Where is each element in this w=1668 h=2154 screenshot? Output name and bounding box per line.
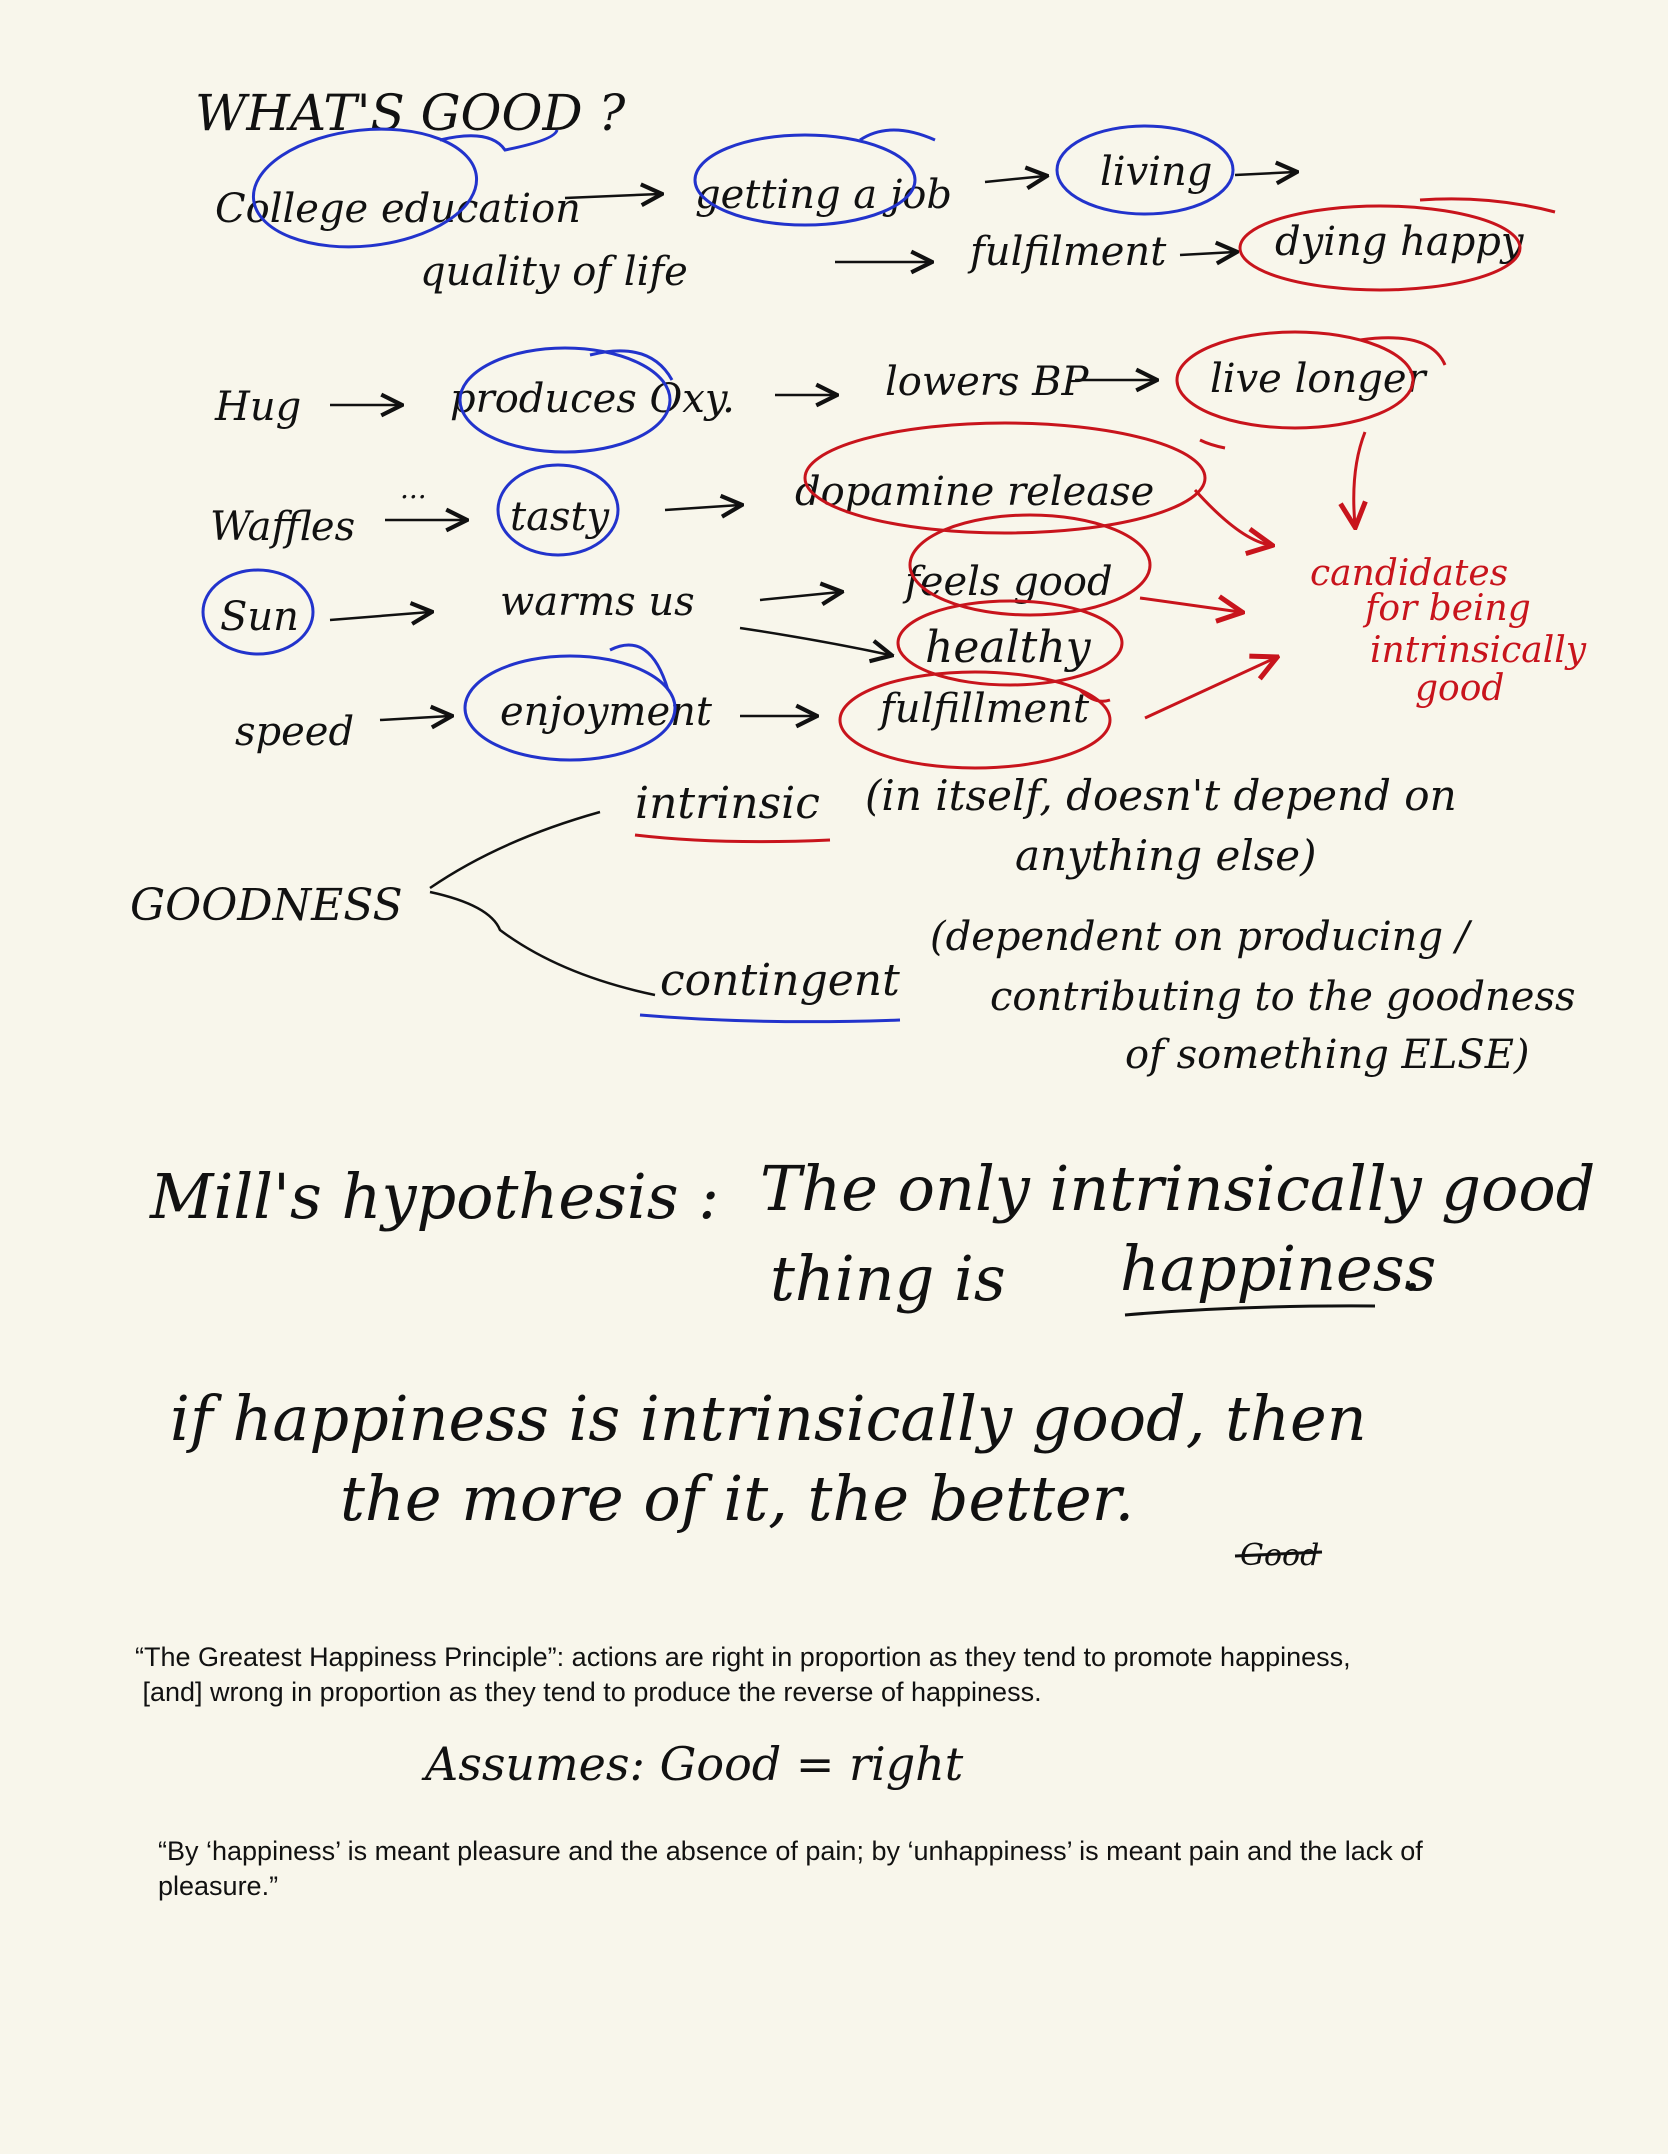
red-arrow bbox=[1144, 658, 1275, 720]
waffles-label: Waffles bbox=[210, 504, 355, 550]
happiness-definition-quote-line-2: pleasure.” bbox=[158, 1871, 279, 1901]
if-happiness-line-1: if happiness is intrinsically good, then bbox=[170, 1382, 1367, 1455]
chain1-fulfilment: fulfilment bbox=[967, 229, 1167, 275]
notes-title: WHAT'S GOOD ? bbox=[195, 84, 627, 142]
arrow bbox=[1234, 172, 1295, 175]
sun-label: Sun bbox=[220, 594, 299, 640]
chain1-dying-happy: dying happy bbox=[1275, 219, 1525, 265]
speed-label: speed bbox=[235, 709, 354, 755]
intrinsic-term: intrinsic bbox=[635, 778, 820, 829]
contingent-definition: contributing to the goodness bbox=[990, 974, 1576, 1020]
blue-stroke bbox=[859, 128, 936, 142]
assumes-line: Assumes: Good = right bbox=[421, 1737, 964, 1791]
mill-line-2-prefix: thing is bbox=[770, 1242, 1006, 1315]
notes-page: WHAT'S GOOD ? College education getting … bbox=[0, 0, 1668, 2154]
contingent-term: contingent bbox=[660, 955, 900, 1006]
underline bbox=[1124, 1304, 1376, 1317]
handwritten-notes-canvas: WHAT'S GOOD ? College education getting … bbox=[130, 84, 1595, 1791]
sun-healthy: healthy bbox=[925, 622, 1092, 673]
waffles-dopamine-release: dopamine release bbox=[795, 469, 1154, 515]
mill-label: Mill's hypothesis : bbox=[149, 1160, 719, 1233]
happiness-definition-quote-line-1: “By ‘happiness’ is meant pleasure and th… bbox=[158, 1836, 1423, 1866]
hug-lowers-bp: lowers BP bbox=[885, 359, 1090, 405]
blue-underline bbox=[639, 1013, 901, 1024]
mill-line-1: The only intrinsically good bbox=[760, 1152, 1595, 1225]
hug-produces-oxy: produces Oxy. bbox=[450, 376, 735, 422]
red-arrow bbox=[1193, 488, 1270, 545]
red-stroke bbox=[1199, 438, 1226, 450]
arrow bbox=[759, 592, 840, 600]
red-arrow bbox=[1354, 431, 1365, 525]
arrow bbox=[379, 716, 450, 720]
arrow bbox=[1179, 252, 1235, 255]
red-arrow bbox=[1139, 598, 1240, 612]
chain1-living: living bbox=[1100, 149, 1212, 195]
branch-line bbox=[429, 890, 656, 997]
goodness-label: GOODNESS bbox=[130, 880, 403, 931]
candidates-note: candidates for being intrinsically good bbox=[1310, 553, 1587, 709]
chain1-quality-of-life: quality of life bbox=[420, 249, 688, 295]
hug-live-longer: live longer bbox=[1210, 356, 1428, 402]
contingent-definition: (dependent on producing / bbox=[930, 914, 1473, 960]
candidates-line: intrinsically bbox=[1370, 630, 1587, 671]
arrow bbox=[664, 505, 740, 510]
candidates-line: for being bbox=[1362, 588, 1531, 629]
arrow bbox=[329, 612, 430, 620]
arrow bbox=[984, 176, 1045, 182]
chain1-getting-a-job: getting a job bbox=[695, 172, 952, 218]
sun-feels-good: feels good bbox=[902, 559, 1113, 605]
branch-line bbox=[429, 810, 601, 890]
hug-label: Hug bbox=[214, 384, 301, 430]
greatest-happiness-quote-line-1: “The Greatest Happiness Principle”: acti… bbox=[135, 1642, 1351, 1672]
waffles-tasty: tasty bbox=[510, 494, 611, 540]
if-happiness-line-2: the more of it, the better. bbox=[340, 1462, 1134, 1535]
arrow bbox=[739, 626, 890, 655]
mill-line-2-period: . bbox=[1402, 1232, 1422, 1305]
ellipsis-dots: ... bbox=[400, 472, 427, 505]
intrinsic-definition: anything else) bbox=[1015, 831, 1317, 880]
speed-fulfillment: fulfillment bbox=[877, 686, 1090, 732]
intrinsic-definition: (in itself, doesn't depend on bbox=[865, 771, 1457, 820]
speed-enjoyment: enjoyment bbox=[500, 689, 713, 735]
greatest-happiness-quote-line-2: [and] wrong in proportion as they tend t… bbox=[135, 1677, 1042, 1707]
sun-warms-us: warms us bbox=[500, 579, 695, 625]
mill-happiness-word: happiness bbox=[1120, 1232, 1436, 1305]
contingent-definition: of something ELSE) bbox=[1125, 1032, 1530, 1078]
candidates-line: good bbox=[1415, 668, 1504, 709]
red-underline bbox=[634, 833, 831, 844]
